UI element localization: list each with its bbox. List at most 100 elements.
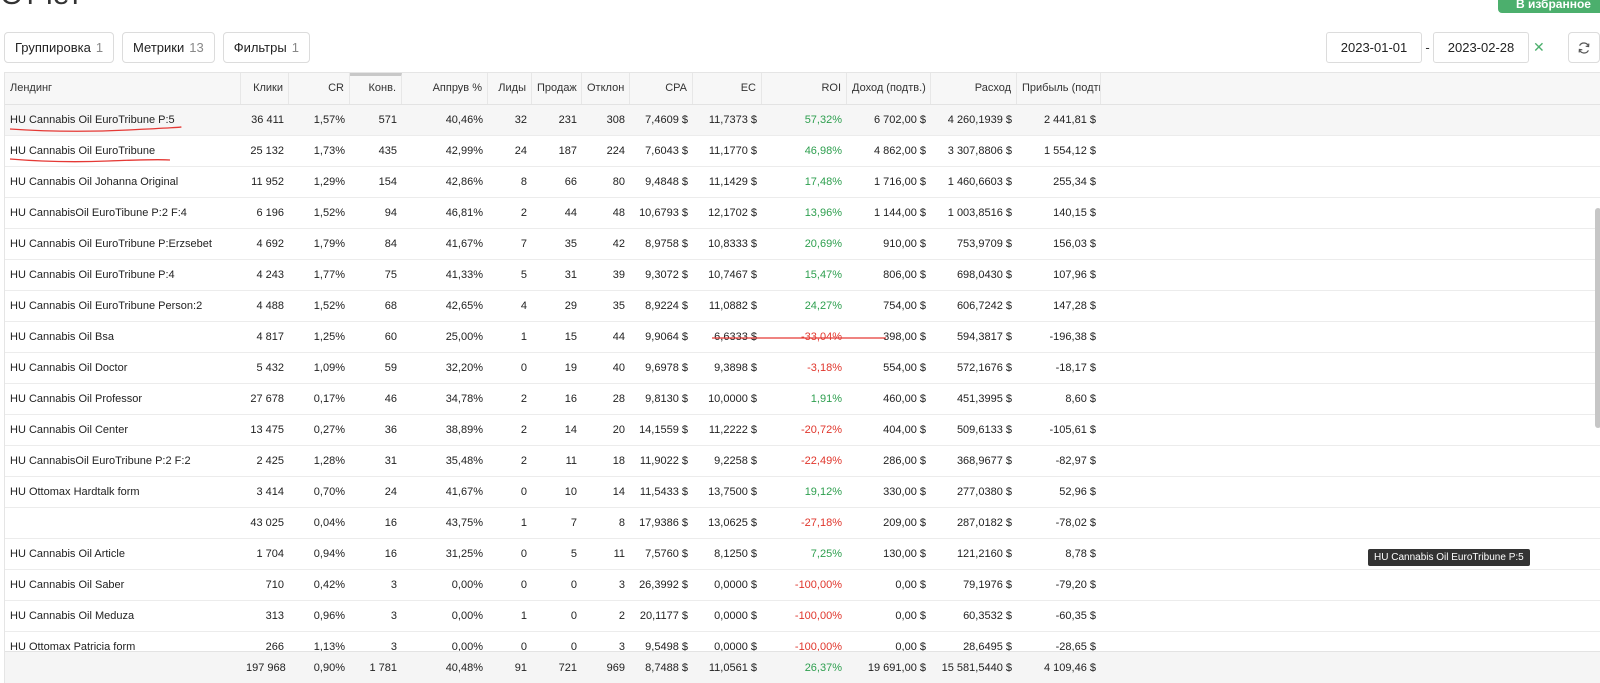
cell-conversions: 84: [384, 238, 397, 250]
table-row[interactable]: HU CannabisOil EuroTibune P:2 F:4 6 196 1,…: [5, 198, 1600, 229]
cell-leads: 0: [520, 548, 527, 560]
cell-sales: 0: [570, 641, 577, 651]
table-row[interactable]: HU Cannabis Oil Center 13 475 0,27% 36 38,89…: [5, 415, 1600, 446]
cell-cr: 1,52%: [313, 207, 345, 219]
date-to-input[interactable]: [1433, 32, 1529, 63]
cell-leads: 1: [520, 331, 527, 343]
column-header-ec[interactable]: EC: [693, 73, 762, 104]
cell-leads: 2: [520, 455, 527, 467]
cell-roi: 13,96%: [804, 207, 842, 219]
cell-approve: 35,48%: [445, 455, 483, 467]
cell-cr: 0,96%: [313, 610, 345, 622]
metrics-count: 13: [189, 40, 204, 55]
table-body[interactable]: HU Cannabis Oil EuroTribune P:5 36 411 1,5…: [5, 105, 1600, 651]
metrics-button[interactable]: Метрики 13: [122, 32, 215, 63]
cell-clicks: 710: [265, 579, 284, 591]
refresh-button[interactable]: [1568, 32, 1600, 63]
cell-roi: 19,12%: [804, 486, 842, 498]
cell-ec: 8,1250 $: [714, 548, 757, 560]
cell-approve: 34,78%: [445, 393, 483, 405]
column-header-landing[interactable]: Лендинг: [5, 73, 241, 104]
clear-dates-button[interactable]: ✕: [1533, 39, 1545, 56]
table-row[interactable]: HU Cannabis Oil EuroTribune P:Erzsebet 4 …: [5, 229, 1600, 260]
cell-landing: HU Cannabis Oil EuroTribune P:4: [10, 269, 175, 281]
table-row[interactable]: HU Cannabis Oil Article 1 704 0,94% 16 31,25…: [5, 539, 1600, 570]
cell-conversions: 3: [390, 641, 397, 651]
cell-ec: 10,0000 $: [708, 393, 757, 405]
cell-roi: -22,49%: [801, 455, 842, 467]
column-header-clicks[interactable]: Клики: [241, 73, 289, 104]
table-row[interactable]: HU Cannabis Oil Meduza 313 0,96% 3 0,00% 1 0 2 2…: [5, 601, 1600, 632]
column-header-sales[interactable]: Продаж: [532, 73, 582, 104]
vertical-scrollbar[interactable]: [1595, 208, 1600, 428]
table-row[interactable]: HU CannabisOil EuroTribune P:2 F:2 2 425 1…: [5, 446, 1600, 477]
page-title: Отчет: [0, 0, 82, 12]
cell-leads: 32: [514, 114, 527, 126]
grouping-count: 1: [95, 40, 104, 55]
column-header-rejected[interactable]: Отклон: [582, 73, 630, 104]
table-row[interactable]: HU Cannabis Oil EuroTribune P:5 36 411 1,5…: [5, 105, 1600, 136]
cell-leads: 5: [520, 269, 527, 281]
cell-conversions: 94: [384, 207, 397, 219]
table-row[interactable]: HU Cannabis Oil EuroTribune P:4 4 243 1,77…: [5, 260, 1600, 291]
table-row[interactable]: HU Ottomax Hardtalk form 3 414 0,70% 24 41,6…: [5, 477, 1600, 508]
annotation-underline-1: [9, 126, 182, 132]
grouping-button[interactable]: Группировка 1: [4, 32, 115, 63]
cell-landing: HU Cannabis Oil Article: [10, 548, 125, 560]
column-header-cost[interactable]: Расход: [931, 73, 1017, 104]
column-header-cpa[interactable]: CPA: [630, 73, 693, 104]
cell-leads: 2: [520, 207, 527, 219]
column-header-cr[interactable]: CR: [289, 73, 350, 104]
grouping-label: Группировка: [15, 40, 91, 55]
column-header-conversions[interactable]: Конв.: [350, 73, 402, 104]
filters-button[interactable]: Фильтры 1: [222, 32, 310, 63]
cell-cpa: 7,5760 $: [645, 548, 688, 560]
column-header-revenue[interactable]: Доход (подтв.): [847, 73, 931, 104]
date-from-input[interactable]: [1326, 32, 1422, 63]
cell-cpa: 26,3992 $: [639, 579, 688, 591]
cell-revenue: 554,00 $: [883, 362, 926, 374]
cell-sales: 66: [564, 176, 577, 188]
cell-cr: 1,77%: [313, 269, 345, 281]
cell-conversions: 435: [378, 145, 397, 157]
cell-ec: 11,1770 $: [708, 145, 757, 157]
date-range: -: [1326, 32, 1529, 63]
total-revenue: 19 691,00 $: [867, 662, 926, 674]
cell-cost: 28,6495 $: [963, 641, 1012, 651]
cell-approve: 42,99%: [445, 145, 483, 157]
filters-count: 1: [291, 40, 299, 55]
cell-sales: 14: [564, 424, 577, 436]
table-row[interactable]: HU Cannabis Oil Doctor 5 432 1,09% 59 32,20%…: [5, 353, 1600, 384]
cell-rejected: 80: [612, 176, 625, 188]
table-row[interactable]: 43 025 0,04% 16 43,75% 1 7 8 17,9386 $ 13,0625 $…: [5, 508, 1600, 539]
cell-clicks: 5 432: [256, 362, 284, 374]
column-header-profit[interactable]: Прибыль (подтв.): [1017, 73, 1101, 104]
table-row[interactable]: HU Cannabis Oil EuroTribune Person:2 4 48…: [5, 291, 1600, 322]
column-header-roi[interactable]: ROI: [762, 73, 847, 104]
cell-sales: 0: [570, 610, 577, 622]
cell-cr: 0,70%: [313, 486, 345, 498]
table-row[interactable]: HU Cannabis Oil Professor 27 678 0,17% 46 34…: [5, 384, 1600, 415]
table-row[interactable]: HU Cannabis Oil EuroTribune 25 132 1,73% 43…: [5, 136, 1600, 167]
add-to-favorites-button[interactable]: В избранное: [1498, 0, 1600, 13]
cell-rejected: 44: [612, 331, 625, 343]
cell-cpa: 9,5498 $: [645, 641, 688, 651]
cell-leads: 2: [520, 424, 527, 436]
cell-sales: 15: [564, 331, 577, 343]
cell-roi: -100,00%: [794, 579, 842, 591]
cell-conversions: 31: [384, 455, 397, 467]
table-row[interactable]: HU Cannabis Oil Johanna Original 11 952 1,…: [5, 167, 1600, 198]
table-row[interactable]: HU Cannabis Oil Saber 710 0,42% 3 0,00% 0 0 3 26…: [5, 570, 1600, 601]
cell-conversions: 571: [378, 114, 397, 126]
cell-cpa: 9,6978 $: [645, 362, 688, 374]
table-row[interactable]: HU Ottomax Patricia form 266 1,13% 3 0,00% 0 0…: [5, 632, 1600, 651]
cell-revenue: 4 862,00 $: [874, 145, 926, 157]
cell-sales: 11: [565, 455, 577, 467]
cell-leads: 1: [520, 517, 527, 529]
cell-revenue: 6 702,00 $: [874, 114, 926, 126]
cell-cost: 753,9709 $: [956, 238, 1012, 250]
column-header-leads[interactable]: Лиды: [488, 73, 532, 104]
column-header-approve[interactable]: Аппрув %: [402, 73, 488, 104]
cell-rejected: 14: [612, 486, 625, 498]
cell-profit: 140,15 $: [1053, 207, 1096, 219]
